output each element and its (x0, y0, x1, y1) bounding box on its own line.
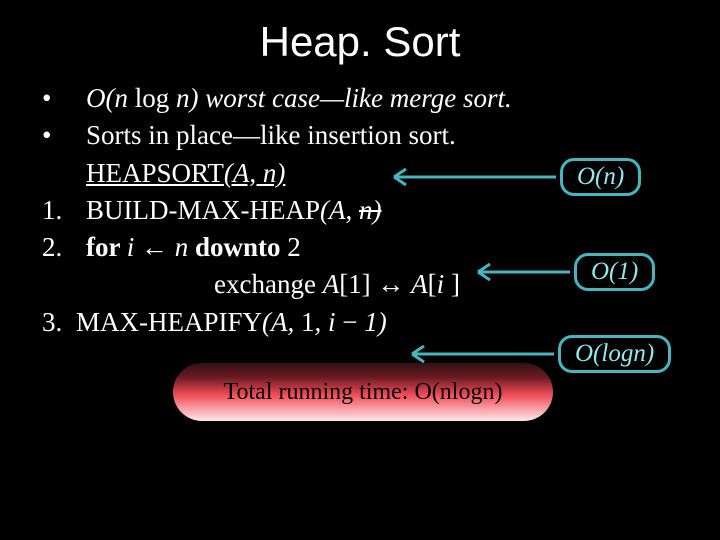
heapsort-header: HEAPSORT(A, n) (86, 155, 684, 192)
step-2-text: for i ← n downto 2 (86, 229, 301, 266)
step-2b: exchange A[1] ↔ A[i ] (214, 266, 684, 303)
step-1: 1. BUILD-MAX-HEAP(A, n) (42, 192, 684, 229)
bullet-1-text: O(n log n) worst case—like merge sort. (86, 80, 512, 117)
slide-title: Heap. Sort (0, 0, 720, 72)
bullet-1: • O(n log n) worst case—like merge sort. (42, 80, 684, 117)
slide-body: • O(n log n) worst case—like merge sort.… (0, 72, 720, 421)
slide: Heap. Sort • O(n log n) worst case—like … (0, 0, 720, 540)
bullet-2-text: Sorts in place—like insertion sort. (86, 117, 456, 154)
step-2: 2. for i ← n downto 2 (42, 229, 684, 266)
step-number: 3. (42, 304, 76, 341)
step-number: 1. (42, 192, 86, 229)
step-3: 3. MAX-HEAPIFY(A, 1, i − 1) (42, 304, 684, 341)
running-time-callout: Total running time: O(nlogn) (173, 363, 553, 421)
bullet-marker: • (42, 80, 86, 117)
step-3-text: MAX-HEAPIFY(A, 1, i − 1) (76, 304, 387, 341)
bullet-2: • Sorts in place—like insertion sort. (42, 117, 684, 154)
step-number: 2. (42, 229, 86, 266)
bullet-marker: • (42, 117, 86, 154)
step-1-text: BUILD-MAX-HEAP(A, n) (86, 192, 381, 229)
